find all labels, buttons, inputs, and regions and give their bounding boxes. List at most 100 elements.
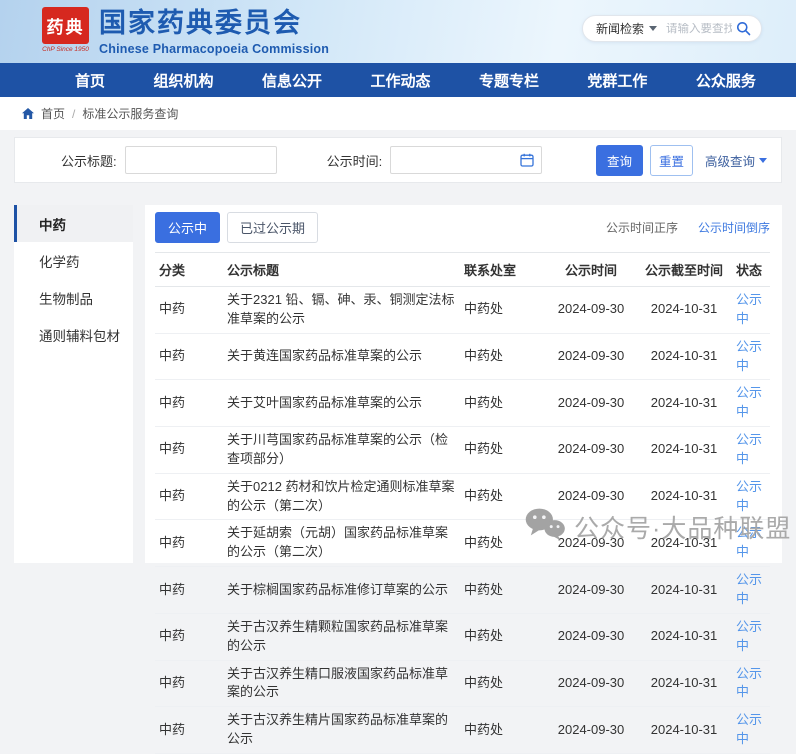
- status-link[interactable]: 公示中: [736, 572, 762, 606]
- category-cell: 中药: [155, 706, 223, 754]
- end-date-cell: 2024-10-31: [636, 519, 732, 568]
- publish-date-cell: 2024-09-30: [546, 333, 636, 381]
- category-sidebar: 中药 化学药 生物制品 通则辅料包材: [14, 205, 133, 563]
- table-row: 中药 关于延胡索（元胡）国家药品标准草案的公示（第二次） 中药处 2024-09-30…: [155, 519, 770, 568]
- search-category-label: 新闻检索: [596, 22, 645, 36]
- column-header: 公示标题: [223, 252, 460, 287]
- table-row: 中药 关于艾叶国家药品标准草案的公示 中药处 2024-09-30 2024-10-31…: [155, 379, 770, 428]
- column-header: 公示时间: [546, 252, 636, 287]
- publish-date-cell: 2024-09-30: [546, 613, 636, 661]
- publish-date-cell: 2024-09-30: [546, 286, 636, 334]
- publish-date-cell: 2024-09-30: [546, 379, 636, 428]
- end-date-cell: 2024-10-31: [636, 286, 732, 334]
- office-cell: 中药处: [460, 379, 546, 428]
- reset-button[interactable]: 重置: [649, 144, 693, 176]
- breadcrumb: 首页 / 标准公示服务查询: [0, 97, 796, 130]
- status-cell: 公示中: [732, 566, 770, 614]
- title-cell[interactable]: 关于延胡索（元胡）国家药品标准草案的公示（第二次）: [223, 519, 460, 568]
- title-cell[interactable]: 关于川芎国家药品标准草案的公示（检查项部分）: [223, 426, 460, 474]
- title-cell[interactable]: 关于古汉养生精口服液国家药品标准草案的公示: [223, 660, 460, 708]
- publish-date-cell: 2024-09-30: [546, 426, 636, 474]
- publicity-time-input[interactable]: [390, 146, 543, 174]
- table-row: 中药 关于古汉养生精口服液国家药品标准草案的公示 中药处 2024-09-30 2024…: [155, 660, 770, 708]
- title-cell[interactable]: 关于艾叶国家药品标准草案的公示: [223, 379, 460, 428]
- tab-expired-publicity[interactable]: 已过公示期: [227, 212, 319, 243]
- chevron-down-icon: [649, 26, 658, 31]
- category-cell: 中药: [155, 473, 223, 521]
- chevron-down-icon: [759, 157, 767, 163]
- title-cell[interactable]: 关于2321 铅、镉、砷、汞、铜测定法标准草案的公示: [223, 286, 460, 334]
- tab-in-publicity[interactable]: 公示中: [155, 212, 221, 243]
- search-category-dropdown[interactable]: 新闻检索: [596, 20, 658, 37]
- title-cell[interactable]: 关于棕榈国家药品标准修订草案的公示: [223, 566, 460, 614]
- sort-time-ascending[interactable]: 公示时间正序: [606, 219, 678, 236]
- table-header-row: 分类 公示标题 联系处室 公示时间 公示截至时间 状态: [155, 252, 770, 287]
- status-link[interactable]: 公示中: [736, 525, 762, 559]
- publish-date-cell: 2024-09-30: [546, 660, 636, 708]
- office-cell: 中药处: [460, 613, 546, 661]
- main-content: 公示中 已过公示期 公示时间正序 公示时间倒序 分类 公示标题 联系处室 公示时间 公示…: [145, 205, 782, 754]
- status-cell: 公示中: [732, 473, 770, 521]
- publicity-time-label: 公示时间:: [326, 153, 383, 169]
- sidebar-item-3[interactable]: 通则辅料包材: [14, 316, 133, 353]
- end-date-cell: 2024-10-31: [636, 660, 732, 708]
- seal-caption: ChP Since 1950: [42, 45, 89, 53]
- title-cell[interactable]: 关于黄连国家药品标准草案的公示: [223, 333, 460, 381]
- advanced-query-label: 高级查询: [704, 154, 755, 169]
- breadcrumb-current: 标准公示服务查询: [82, 107, 179, 121]
- site-header: 药典 ChP Since 1950 国家药典委员会 Chinese Pharma…: [0, 0, 796, 63]
- nav-item-5[interactable]: 党群工作: [587, 70, 647, 91]
- search-input[interactable]: [666, 22, 732, 35]
- nav-item-3[interactable]: 工作动态: [370, 70, 430, 91]
- end-date-cell: 2024-10-31: [636, 333, 732, 381]
- title-cell[interactable]: 关于0212 药材和饮片检定通则标准草案的公示（第二次）: [223, 473, 460, 521]
- category-cell: 中药: [155, 426, 223, 474]
- sidebar-item-0[interactable]: 中药: [14, 205, 133, 242]
- nav-item-2[interactable]: 信息公开: [262, 70, 322, 91]
- status-link[interactable]: 公示中: [736, 619, 762, 653]
- query-button[interactable]: 查询: [595, 144, 643, 176]
- status-link[interactable]: 公示中: [736, 385, 762, 419]
- publish-date-cell: 2024-09-30: [546, 519, 636, 568]
- breadcrumb-home-link[interactable]: 首页: [41, 105, 65, 122]
- site-subtitle: Chinese Pharmacopoeia Commission: [99, 42, 330, 57]
- publicity-title-input[interactable]: [124, 146, 277, 174]
- status-cell: 公示中: [732, 660, 770, 708]
- sidebar-item-2[interactable]: 生物制品: [14, 279, 133, 316]
- category-cell: 中药: [155, 286, 223, 334]
- office-cell: 中药处: [460, 473, 546, 521]
- breadcrumb-separator: /: [72, 106, 76, 121]
- status-link[interactable]: 公示中: [736, 339, 762, 373]
- site-title: 国家药典委员会: [99, 7, 302, 38]
- table-row: 中药 关于棕榈国家药品标准修订草案的公示 中药处 2024-09-30 2024-10-…: [155, 566, 770, 614]
- end-date-cell: 2024-10-31: [636, 706, 732, 754]
- home-icon[interactable]: [22, 108, 34, 119]
- pharmacopoeia-seal-icon: 药典: [42, 6, 89, 44]
- logo-seal: 药典 ChP Since 1950: [42, 6, 89, 53]
- publicity-title-label: 公示标题:: [61, 153, 117, 169]
- status-link[interactable]: 公示中: [736, 712, 762, 746]
- status-link[interactable]: 公示中: [736, 479, 762, 513]
- title-cell[interactable]: 关于古汉养生精颗粒国家药品标准草案的公示: [223, 613, 460, 661]
- status-link[interactable]: 公示中: [736, 432, 762, 466]
- sidebar-item-1[interactable]: 化学药: [14, 242, 133, 279]
- column-header: 公示截至时间: [636, 252, 732, 287]
- title-cell[interactable]: 关于古汉养生精片国家药品标准草案的公示: [223, 706, 460, 754]
- nav-item-1[interactable]: 组织机构: [153, 70, 213, 91]
- end-date-cell: 2024-10-31: [636, 473, 732, 521]
- table-row: 中药 关于古汉养生精片国家药品标准草案的公示 中药处 2024-09-30 2024-1…: [155, 706, 770, 754]
- category-cell: 中药: [155, 566, 223, 614]
- sort-time-descending[interactable]: 公示时间倒序: [698, 219, 770, 236]
- status-cell: 公示中: [732, 426, 770, 474]
- nav-item-4[interactable]: 专题专栏: [479, 70, 539, 91]
- advanced-query-link[interactable]: 高级查询: [705, 151, 767, 170]
- nav-item-0[interactable]: 首页: [75, 70, 105, 91]
- news-search-box[interactable]: 新闻检索: [582, 15, 762, 42]
- status-link[interactable]: 公示中: [736, 292, 762, 326]
- status-link[interactable]: 公示中: [736, 666, 762, 700]
- search-icon[interactable]: [736, 21, 751, 36]
- office-cell: 中药处: [460, 519, 546, 568]
- office-cell: 中药处: [460, 426, 546, 474]
- nav-item-6[interactable]: 公众服务: [696, 70, 756, 91]
- column-header: 分类: [155, 252, 223, 287]
